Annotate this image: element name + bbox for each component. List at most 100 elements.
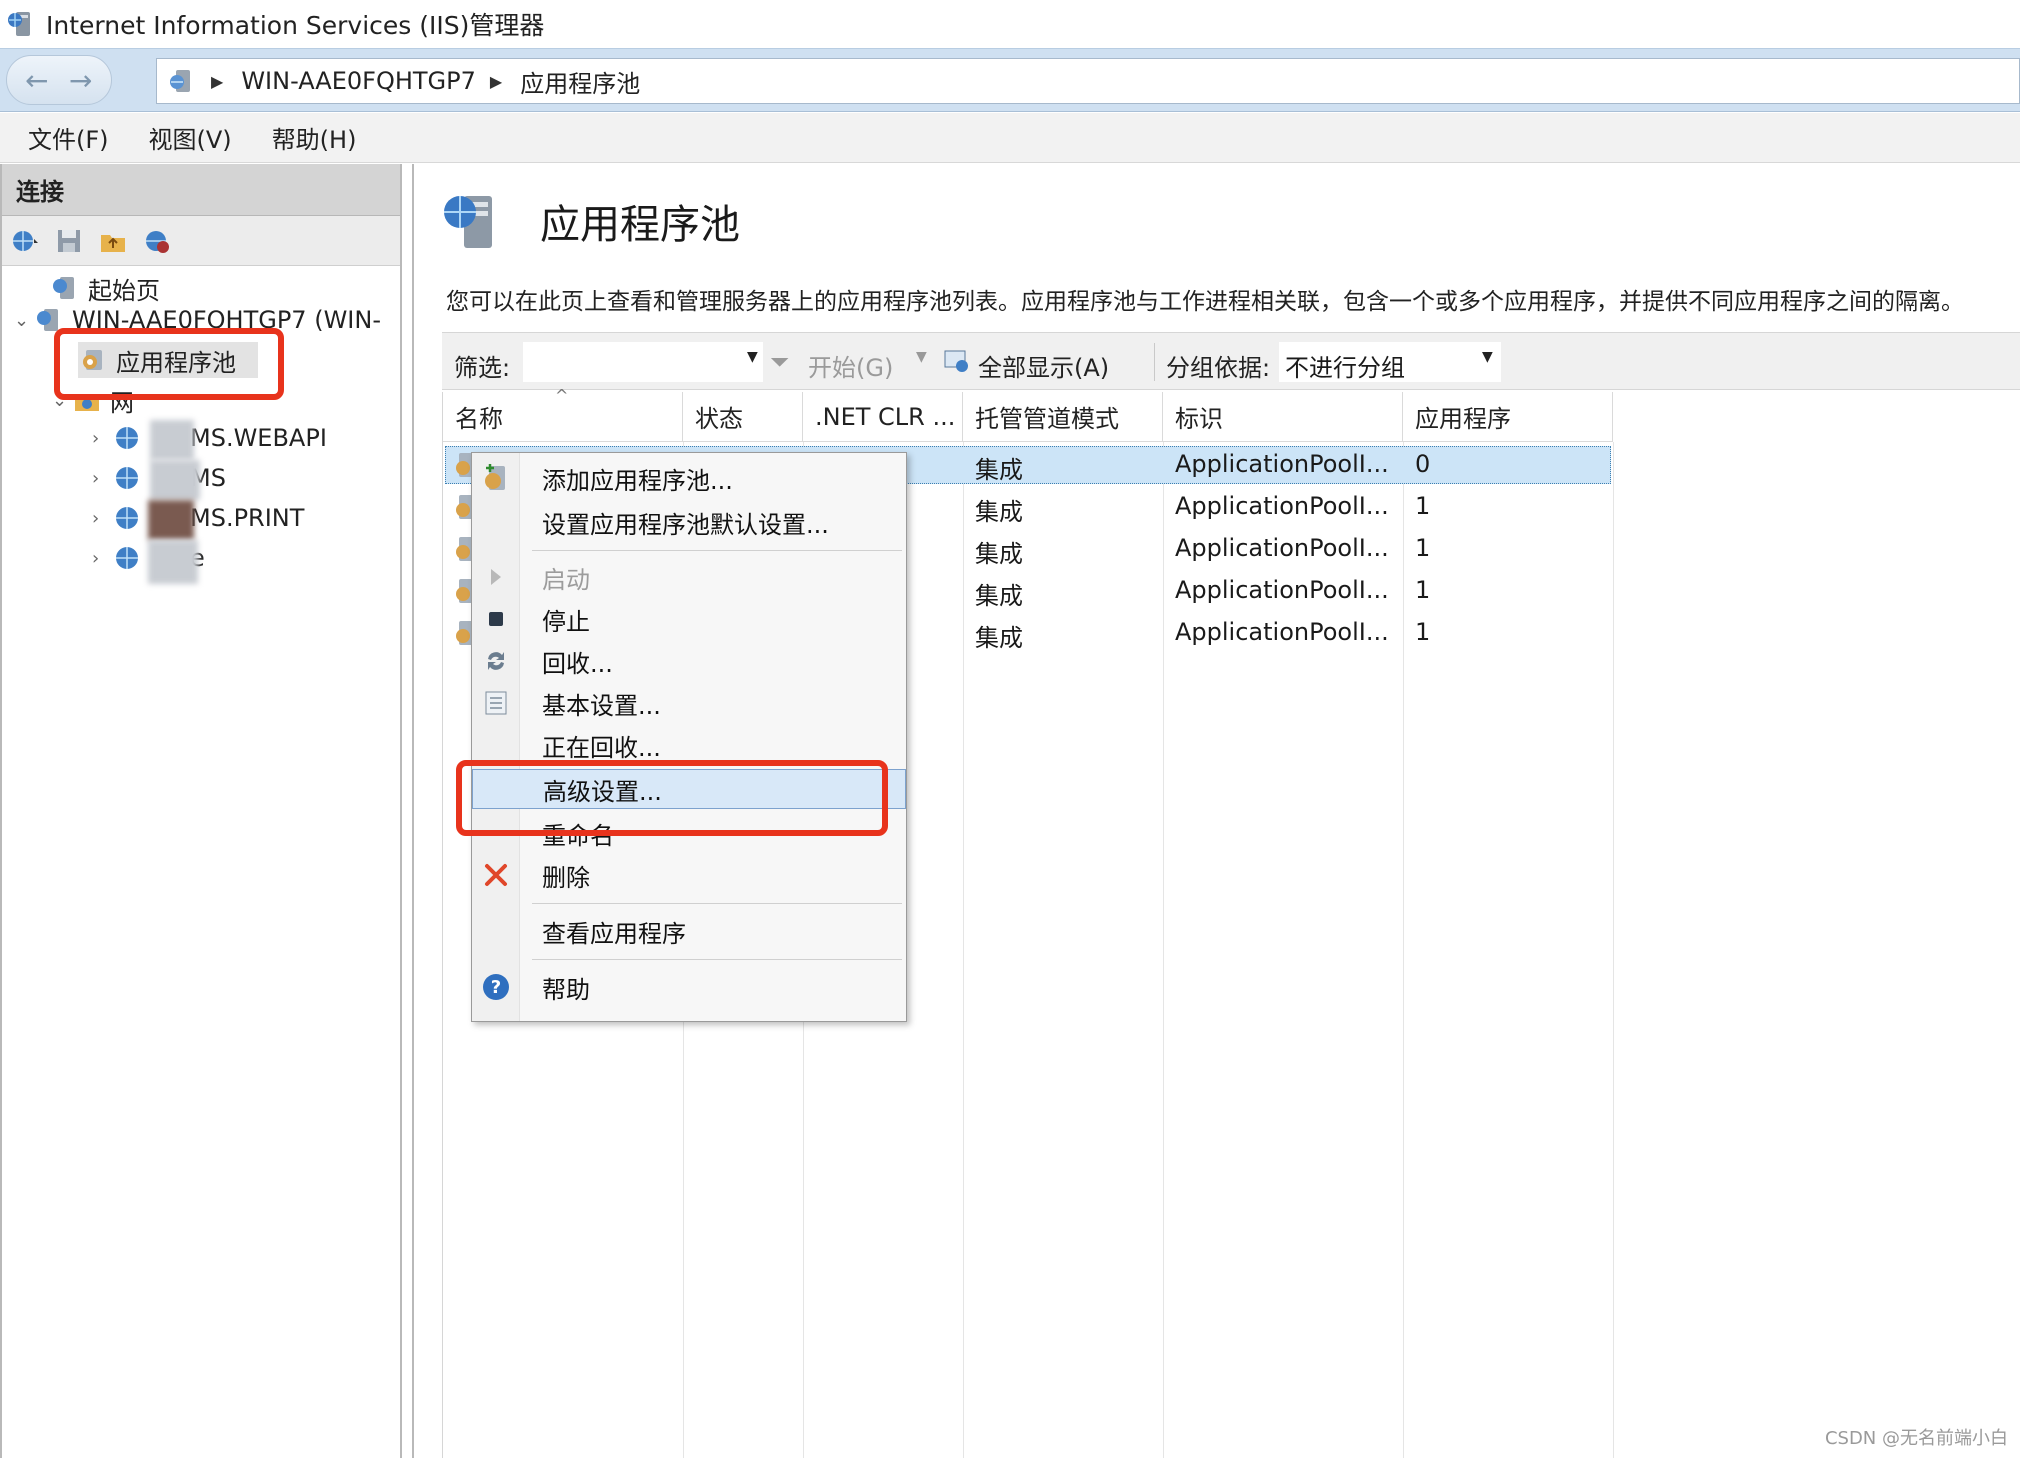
column-header-pipeline[interactable]: 托管管道模式 (963, 392, 1163, 442)
context-menu: 添加应用程序池... 设置应用程序池默认设置... 启动 停止 回收... 基本… (471, 452, 907, 1022)
menu-item-view-apps[interactable]: 查看应用程序 (472, 911, 906, 951)
menu-label: 设置应用程序池默认设置... (542, 510, 829, 539)
recycle-icon (488, 652, 504, 670)
menu-label: 查看应用程序 (542, 919, 686, 948)
connections-panel: 连接 起始页 ⌄ WIN-AAE0FQHTGP7 (WIN- 应用程序池 ⌄ 网… (0, 164, 402, 1458)
tree-item-start-page[interactable]: 起始页 (30, 270, 160, 306)
tree-label: MS.PRINT (190, 504, 305, 532)
group-by-select[interactable]: 不进行分组 (1278, 341, 1502, 383)
dropdown-arrow-icon[interactable]: ▼ (747, 349, 758, 365)
iis-manager-icon (8, 12, 30, 36)
nav-buttons: ← → (6, 55, 112, 105)
chevron-right-icon[interactable]: › (92, 428, 112, 449)
redaction (148, 540, 198, 584)
menu-item-recycle[interactable]: 回收... (472, 641, 906, 681)
disconnect-icon[interactable] (142, 226, 172, 256)
menu-item-help[interactable]: ? 帮助 (472, 967, 906, 1007)
cell-applications: 1 (1415, 618, 1431, 646)
column-header-name[interactable]: 名称 ^ (443, 386, 683, 442)
website-globe-icon (116, 507, 138, 529)
add-app-pool-icon (485, 464, 505, 490)
up-folder-icon[interactable] (98, 226, 128, 256)
menu-file[interactable]: 文件(F) (28, 120, 109, 155)
cell-identity: ApplicationPoolI... (1175, 492, 1389, 520)
column-divider (1613, 442, 1614, 1458)
menu-view[interactable]: 视图(V) (149, 120, 232, 155)
connect-globe-icon[interactable] (10, 226, 40, 256)
chevron-right-icon[interactable]: › (92, 468, 112, 489)
cell-applications: 0 (1415, 450, 1431, 478)
column-header-clr[interactable]: .NET CLR ... (803, 392, 963, 442)
cell-identity: ApplicationPoolI... (1175, 534, 1389, 562)
tree-item-site[interactable]: › MS.PRINT (92, 500, 304, 536)
page-description: 您可以在此页上查看和管理服务器上的应用程序池列表。应用程序池与工作进程相关联，包… (446, 289, 1964, 315)
menu-label: 删除 (542, 863, 590, 892)
column-header-applications[interactable]: 应用程序 (1403, 392, 1613, 442)
menu-label: 添加应用程序池... (542, 466, 733, 495)
menu-item-start[interactable]: 启动 (472, 557, 906, 597)
menu-item-delete[interactable]: 删除 (472, 855, 906, 895)
breadcrumb-separator-icon: ▶ (211, 71, 224, 91)
delete-x-icon (485, 864, 507, 886)
watermark: CSDN @无名前端小白 (1824, 1428, 2008, 1449)
show-all-icon (944, 350, 968, 372)
website-globe-icon (116, 427, 138, 449)
help-icon: ? (483, 974, 509, 1000)
column-header-status[interactable]: 状态 (683, 392, 803, 442)
breadcrumb-separator-icon: ▶ (489, 71, 503, 91)
filter-input[interactable] (522, 341, 764, 383)
group-by-label: 分组依据: (1166, 354, 1271, 382)
breadcrumb-page[interactable]: 应用程序池 (520, 64, 640, 99)
toolbar-separator (1154, 343, 1155, 381)
back-arrow-icon[interactable]: ← (25, 64, 48, 97)
redaction (150, 420, 194, 460)
tree-label: 起始页 (88, 276, 160, 305)
cell-applications: 1 (1415, 492, 1431, 520)
show-all-button[interactable]: 全部显示(A) (978, 348, 1109, 383)
tree-item-site[interactable]: › MS.WEBAPI (92, 420, 327, 456)
breadcrumb-server[interactable]: WIN-AAE0FQHTGP7 (241, 67, 476, 95)
chevron-right-icon[interactable]: › (92, 548, 112, 569)
menu-item-set-defaults[interactable]: 设置应用程序池默认设置... (472, 502, 906, 542)
chevron-right-icon[interactable]: › (92, 508, 112, 529)
window-title: Internet Information Services (IIS)管理器 (46, 11, 545, 40)
play-icon (491, 569, 501, 585)
cell-applications: 1 (1415, 534, 1431, 562)
menu-label: 停止 (542, 607, 590, 636)
column-header-identity[interactable]: 标识 (1163, 392, 1403, 442)
menu-label: 基本设置... (542, 691, 661, 720)
forward-arrow-icon[interactable]: → (69, 64, 92, 97)
title-bar: Internet Information Services (IIS)管理器 (0, 0, 2020, 48)
column-divider (1403, 442, 1404, 1458)
tree-label: MS.WEBAPI (190, 424, 327, 452)
svg-text:?: ? (491, 977, 501, 998)
menu-bar: 文件(F) 视图(V) 帮助(H) (0, 113, 2020, 163)
menu-item-recycling[interactable]: 正在回收... (472, 725, 906, 765)
menu-separator (532, 959, 902, 960)
menu-separator (532, 550, 902, 551)
page-title: 应用程序池 (540, 202, 740, 248)
column-label: 名称 (455, 405, 503, 433)
save-icon[interactable] (54, 226, 84, 256)
chevron-down-icon[interactable]: ⌄ (14, 310, 34, 331)
dropdown-arrow-icon[interactable]: ▼ (916, 349, 927, 365)
advanced-settings-highlight (456, 760, 888, 836)
address-field[interactable]: ▶ WIN-AAE0FQHTGP7 ▶ 应用程序池 (156, 58, 2020, 104)
menu-item-add-pool[interactable]: 添加应用程序池... (472, 458, 906, 498)
cell-pipeline-mode: 集成 (975, 624, 1023, 652)
column-divider (1163, 442, 1164, 1458)
cell-pipeline-mode: 集成 (975, 540, 1023, 568)
dropdown-arrow-icon[interactable]: ▼ (1482, 349, 1493, 365)
app-pools-page-icon (444, 196, 492, 248)
cell-identity: ApplicationPoolI... (1175, 618, 1389, 646)
filter-label: 筛选: (454, 354, 511, 382)
app-pools-highlight (54, 328, 284, 400)
menu-label: 正在回收... (542, 733, 661, 762)
column-divider (963, 442, 964, 1458)
start-filter-button[interactable]: 开始(G) (808, 348, 893, 383)
menu-help[interactable]: 帮助(H) (272, 120, 357, 155)
menu-item-basic-settings[interactable]: 基本设置... (472, 683, 906, 723)
start-page-icon (53, 277, 74, 299)
funnel-icon: ⏷ (770, 348, 790, 376)
menu-item-stop[interactable]: 停止 (472, 599, 906, 639)
